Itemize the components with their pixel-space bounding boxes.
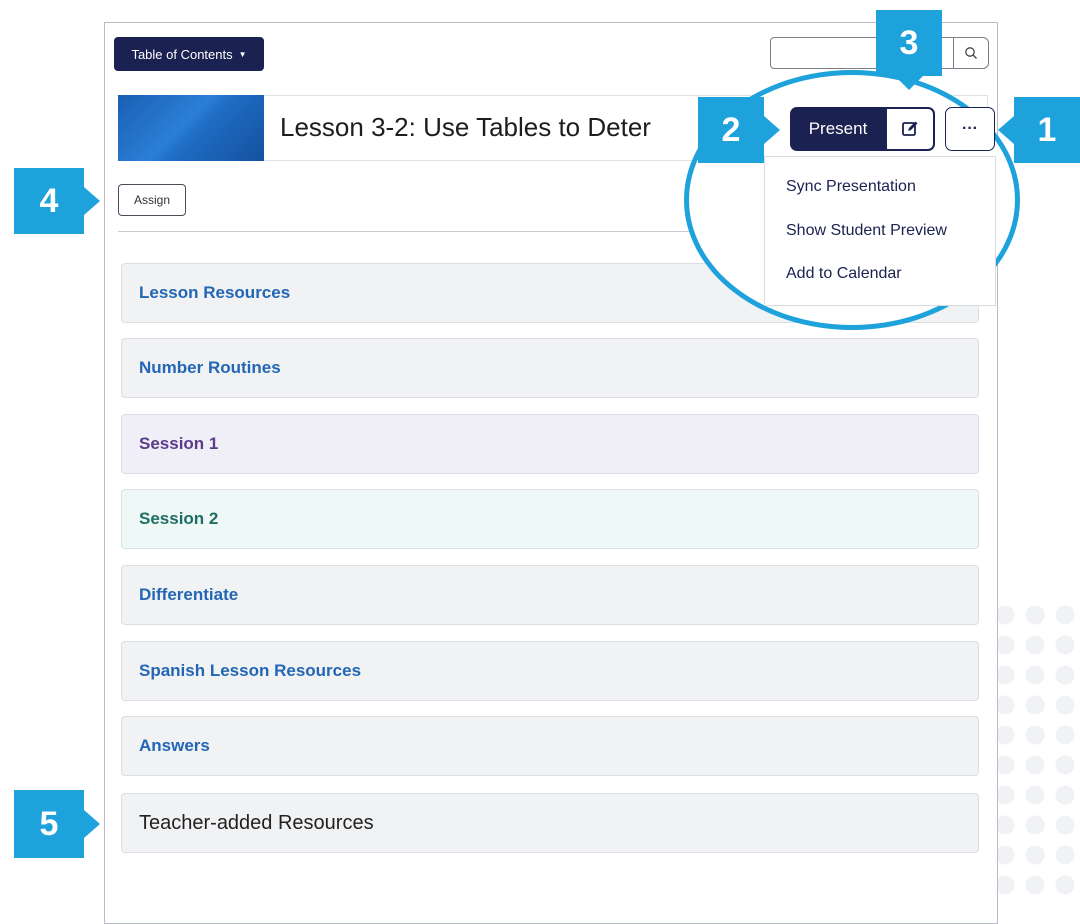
- table-of-contents-button[interactable]: Table of Contents ▼: [114, 37, 264, 71]
- chevron-down-icon: ▼: [238, 49, 247, 59]
- section-teacher-added-resources[interactable]: Teacher-added Resources: [121, 793, 979, 853]
- callout-badge-1: 1: [1014, 97, 1080, 163]
- callout-arrow-3: [895, 76, 923, 90]
- section-answers[interactable]: Answers: [121, 716, 979, 776]
- callout-arrow-2: [764, 116, 780, 144]
- callout-arrow-5: [84, 810, 100, 838]
- callout-badge-2: 2: [698, 97, 764, 163]
- callout-arrow-4: [84, 187, 100, 215]
- assign-button[interactable]: Assign: [118, 184, 186, 216]
- callout-badge-4: 4: [14, 168, 84, 234]
- search-icon: [965, 47, 977, 59]
- present-button[interactable]: Present: [790, 107, 886, 151]
- section-differentiate[interactable]: Differentiate: [121, 565, 979, 625]
- lesson-thumbnail: [118, 95, 264, 161]
- menu-item-add-to-calendar[interactable]: Add to Calendar: [786, 265, 902, 283]
- section-number-routines[interactable]: Number Routines: [121, 338, 979, 398]
- lesson-title: Lesson 3-2: Use Tables to Deter: [280, 112, 651, 142]
- callout-badge-5: 5: [14, 790, 84, 858]
- callout-arrow-1: [998, 116, 1014, 144]
- menu-item-show-student-preview[interactable]: Show Student Preview: [786, 222, 947, 240]
- section-session-2[interactable]: Session 2: [121, 489, 979, 549]
- toc-label: Table of Contents: [131, 46, 233, 62]
- callout-badge-3: 3: [876, 10, 942, 76]
- more-options-button[interactable]: ···: [945, 107, 995, 151]
- search-button[interactable]: [953, 37, 989, 69]
- edit-icon: [902, 121, 918, 136]
- edit-button[interactable]: [885, 107, 935, 151]
- menu-item-sync-presentation[interactable]: Sync Presentation: [786, 178, 916, 196]
- section-session-1[interactable]: Session 1: [121, 414, 979, 474]
- section-spanish-lesson-resources[interactable]: Spanish Lesson Resources: [121, 641, 979, 701]
